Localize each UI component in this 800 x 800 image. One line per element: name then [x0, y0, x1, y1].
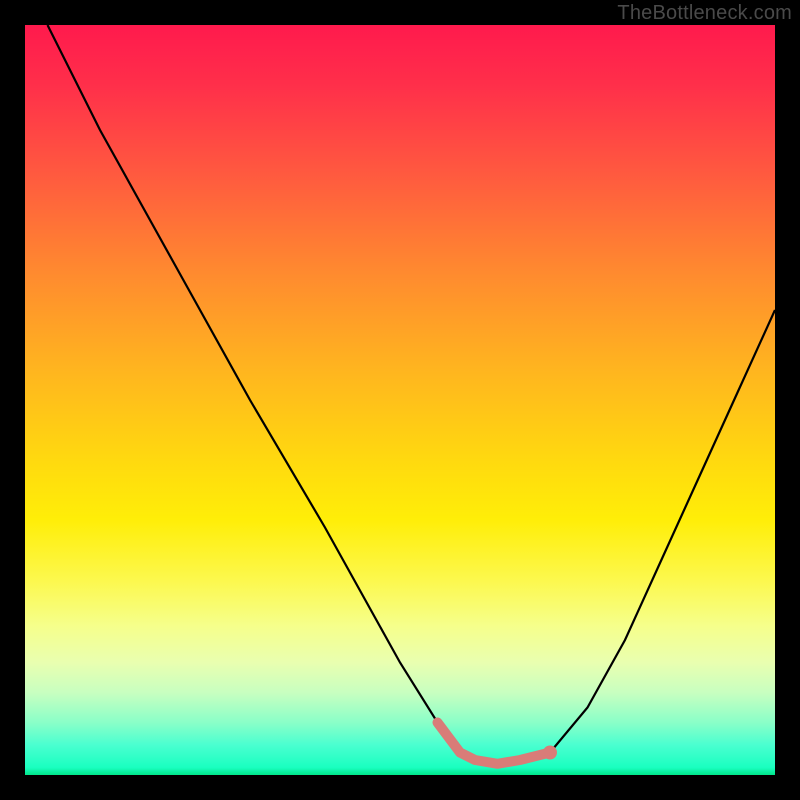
metric-curve-path	[48, 25, 776, 764]
watermark-text: TheBottleneck.com	[617, 2, 792, 25]
chart-overlay-svg	[25, 25, 775, 775]
highlight-segment-path	[438, 723, 551, 764]
chart-stage: TheBottleneck.com	[0, 0, 800, 800]
highlight-end-dot	[543, 746, 557, 760]
